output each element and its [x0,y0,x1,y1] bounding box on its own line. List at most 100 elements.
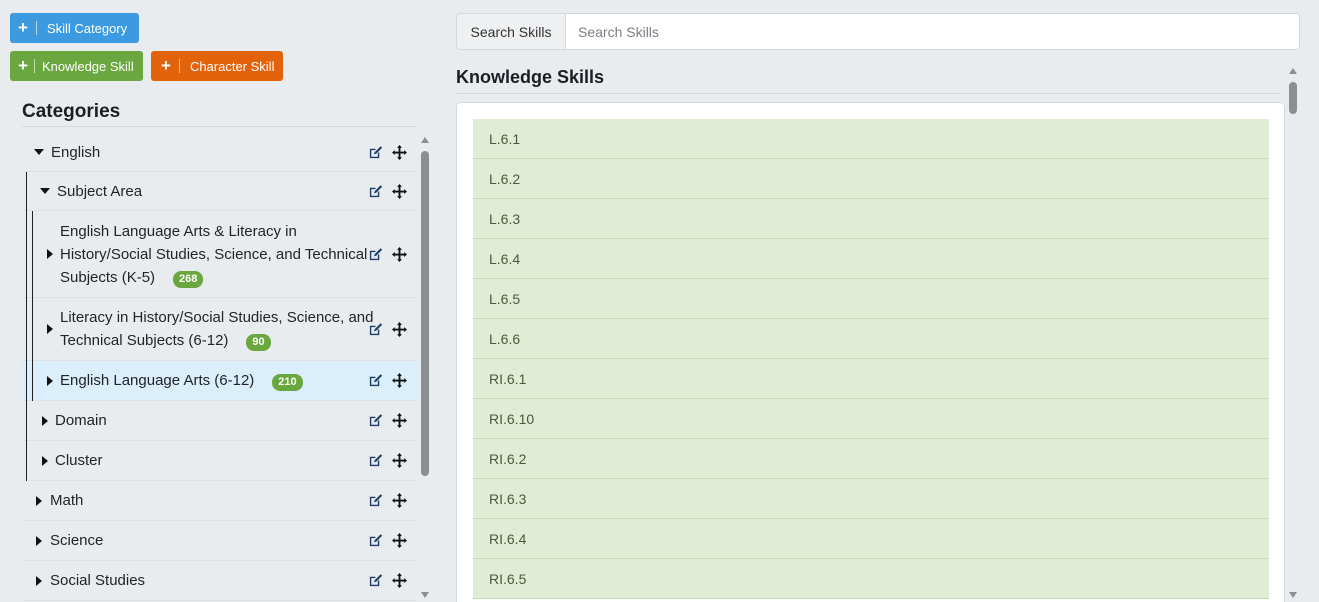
tree-guide-line [32,211,33,401]
tree-node-label: Subject Area [57,182,143,200]
knowledge-skills-title: Knowledge Skills [456,67,605,87]
edit-icon[interactable] [368,247,383,262]
tree-node-domain[interactable]: Domain [22,401,417,441]
caret-right-icon[interactable] [42,455,48,466]
move-icon[interactable] [392,144,407,160]
move-icon[interactable] [392,413,407,428]
tree-node-english[interactable]: English [22,133,417,172]
row-tools [368,573,407,588]
add-skill-category-label: Skill Category [46,20,128,36]
tree-node-subject-area[interactable]: Subject Area [22,172,417,211]
scroll-up-arrow-icon[interactable] [1289,68,1297,74]
count-badge: 210 [272,374,303,391]
scrollbar-thumb[interactable] [1289,82,1297,114]
edit-icon[interactable] [368,184,383,199]
skill-item[interactable]: L.6.5 [473,279,1269,319]
knowledge-skills-scrollbar[interactable] [1286,64,1300,602]
divider [22,126,417,127]
categories-title: Categories [22,101,121,122]
caret-right-icon[interactable] [42,415,48,426]
tree-guide-line [26,172,27,481]
row-tools [368,453,407,468]
add-character-skill-button[interactable]: + Character Skill [151,51,283,81]
tree-node-ela-literacy-k5[interactable]: English Language Arts & Literacy in Hist… [22,211,417,298]
scrollbar-thumb[interactable] [421,151,429,476]
edit-icon[interactable] [368,373,383,388]
tree-node-social-studies[interactable]: Social Studies [22,561,417,601]
row-tools [368,183,407,199]
search-skills-input[interactable] [566,14,1299,49]
skill-item[interactable]: RI.6.1 [473,359,1269,399]
move-icon[interactable] [392,321,407,337]
tree-node-label: Social Studies [50,572,146,589]
caret-right-icon[interactable] [47,375,53,386]
label-line: Technical Subjects (6-12) [60,332,229,349]
caret-right-icon[interactable] [47,324,53,334]
move-icon[interactable] [392,373,407,388]
label-line: Literacy in History/Social Studies, Scie… [60,309,374,326]
separator [33,59,35,73]
skill-item[interactable]: RI.6.5 [473,559,1269,599]
caret-right-icon[interactable] [36,495,42,506]
tree-node-label: Math [50,492,84,509]
categories-scrollbar[interactable] [418,133,432,602]
skill-item[interactable]: RI.6.4 [473,519,1269,559]
skill-item[interactable]: L.6.6 [473,319,1269,359]
caret-right-icon[interactable] [36,575,42,586]
move-icon[interactable] [392,246,407,262]
caret-down-icon[interactable] [34,149,44,155]
skill-item[interactable]: RI.6.10 [473,399,1269,439]
tree-node-science[interactable]: Science [22,521,417,561]
tree-node-ela-6-12[interactable]: English Language Arts (6-12) 210 [22,361,417,401]
skill-item[interactable]: L.6.1 [473,119,1269,159]
tree-node-label: Domain [55,412,107,429]
move-icon[interactable] [392,453,407,468]
knowledge-skills-panel: L.6.1 L.6.2 L.6.3 L.6.4 L.6.5 L.6.6 RI.6… [456,102,1285,602]
move-icon[interactable] [392,493,407,508]
plus-icon: + [18,18,28,37]
skill-item[interactable]: RI.6.2 [473,439,1269,479]
scroll-up-arrow-icon[interactable] [421,137,429,143]
count-badge: 90 [246,334,271,351]
tree-node-literacy-6-12[interactable]: Literacy in History/Social Studies, Scie… [22,298,417,361]
row-tools [368,373,407,388]
separator [178,59,180,73]
tree-node-label: English Language Arts (6-12) 210 [60,369,303,392]
move-icon[interactable] [392,533,407,548]
tree-node-math[interactable]: Math [22,481,417,521]
add-knowledge-skill-button[interactable]: + Knowledge Skill [10,51,143,81]
tree-node-label: Literacy in History/Social Studies, Scie… [60,306,373,352]
label-line: English Language Arts & Literacy in [60,222,297,240]
caret-down-icon[interactable] [40,188,50,194]
caret-right-icon[interactable] [36,535,42,546]
separator [35,21,37,35]
skill-item[interactable]: RI.6.3 [473,479,1269,519]
scroll-down-arrow-icon[interactable] [421,592,429,598]
edit-icon[interactable] [368,145,383,160]
row-tools [368,144,407,160]
category-tree: English Subject Area English Language Ar… [22,133,417,602]
edit-icon[interactable] [368,573,383,588]
edit-icon[interactable] [368,322,383,337]
tree-node-label: English [51,143,101,161]
edit-icon[interactable] [368,493,383,508]
skill-item[interactable]: L.6.3 [473,199,1269,239]
skill-item[interactable]: L.6.2 [473,159,1269,199]
row-tools [368,493,407,508]
plus-icon: + [18,56,28,75]
edit-icon[interactable] [368,533,383,548]
edit-icon[interactable] [368,453,383,468]
row-tools [368,246,407,262]
add-character-skill-label: Character Skill [189,58,275,74]
skill-item[interactable]: L.6.4 [473,239,1269,279]
edit-icon[interactable] [368,413,383,428]
label-line: Subjects (K-5) [60,268,156,286]
move-icon[interactable] [392,573,407,588]
add-skill-category-button[interactable]: + Skill Category [10,13,139,43]
tree-node-cluster[interactable]: Cluster [22,441,417,481]
scroll-down-arrow-icon[interactable] [1289,592,1297,598]
caret-right-icon[interactable] [47,249,53,259]
move-icon[interactable] [392,183,407,199]
row-tools [368,413,407,428]
row-tools [368,321,407,337]
